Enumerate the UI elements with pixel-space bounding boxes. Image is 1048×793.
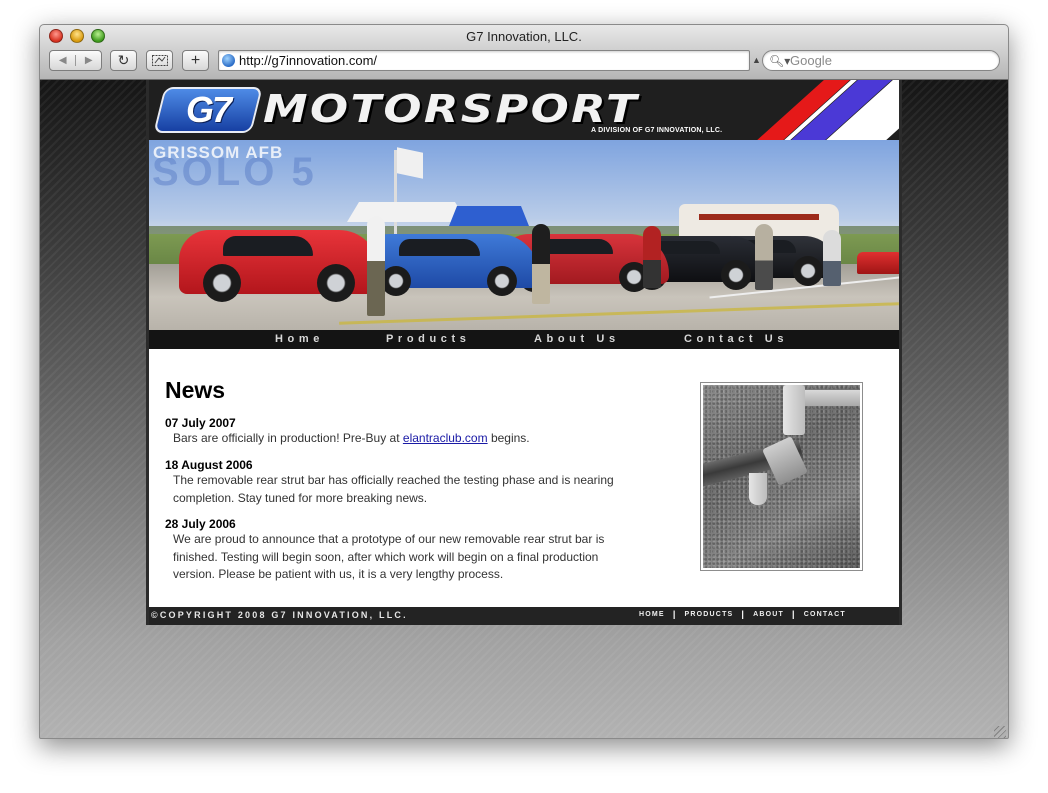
trailer [857, 252, 899, 274]
back-forward-buttons: ◀ ▶ [49, 50, 102, 71]
motorsport-wordmark: MOTORSPORT [263, 87, 639, 131]
news-text-part: Bars are officially in production! Pre-B… [173, 431, 403, 445]
reload-button[interactable]: ↻ [110, 50, 137, 71]
elantraclub-link[interactable]: elantraclub.com [403, 431, 488, 445]
car-wheel [203, 264, 241, 302]
strut-bar-image [703, 385, 860, 568]
flag [397, 147, 423, 179]
search-placeholder: Google [790, 53, 832, 68]
news-text-part: begins. [487, 431, 530, 445]
car-red-1 [179, 230, 379, 302]
car-window [398, 239, 480, 256]
footer-separator: | [741, 609, 746, 619]
white-tent [347, 202, 467, 222]
footer-link-home[interactable]: HOME [639, 611, 665, 619]
nav-about-us[interactable]: About Us [534, 333, 620, 345]
news-text: We are proud to announce that a prototyp… [173, 532, 605, 581]
racing-stripes [739, 80, 899, 140]
bracket-tab [749, 473, 767, 505]
footer-link-about[interactable]: ABOUT [753, 611, 784, 619]
nav-home[interactable]: Home [275, 333, 324, 345]
g7-logo[interactable]: G7 [153, 87, 263, 133]
footer-navigation: HOME | PRODUCTS | ABOUT | CONTACT [639, 609, 846, 619]
person [755, 224, 773, 290]
hero-photo: SOLO 5 GRISSOM AFB [146, 140, 902, 330]
car-wheel [317, 264, 355, 302]
site-header: G7 MOTORSPORT A DIVISION OF G7 INNOVATIO… [146, 80, 902, 140]
website: G7 MOTORSPORT A DIVISION OF G7 INNOVATIO… [146, 80, 902, 625]
site-footer: ©COPYRIGHT 2008 G7 INNOVATION, LLC. HOME… [146, 607, 902, 625]
strut-bar-photo [700, 382, 863, 571]
page-viewport: G7 MOTORSPORT A DIVISION OF G7 INNOVATIO… [40, 80, 1008, 738]
news-date: 28 July 2006 [165, 517, 236, 531]
footer-separator: | [792, 609, 796, 619]
bracket [783, 385, 805, 435]
blue-tent [449, 206, 529, 226]
car-blue [359, 234, 539, 296]
news-date: 07 July 2007 [165, 416, 236, 430]
resize-grip[interactable] [994, 726, 1006, 738]
car-wheel [721, 260, 751, 290]
footer-link-products[interactable]: PRODUCTS [685, 611, 734, 619]
copyright-text: ©COPYRIGHT 2008 G7 INNOVATION, LLC. [151, 610, 408, 620]
footer-separator: | [672, 609, 677, 619]
news-entry: 18 August 2006 The removable rear strut … [165, 458, 625, 507]
news-text: Bars are officially in production! Pre-B… [173, 430, 625, 448]
footer-link-contact[interactable]: CONTACT [804, 611, 846, 619]
add-bookmark-button[interactable]: + [182, 50, 209, 71]
window-title: G7 Innovation, LLC. [466, 29, 582, 44]
nav-products[interactable]: Products [386, 333, 470, 345]
news-text: The removable rear strut bar has officia… [173, 473, 614, 505]
bracket-bar [799, 390, 860, 406]
url-text: http://g7innovation.com/ [239, 53, 378, 68]
main-content: News 07 July 2007 Bars are officially in… [146, 349, 902, 607]
logo-text: G7 [185, 89, 231, 130]
nav-contact-us[interactable]: Contact Us [684, 333, 788, 345]
car-window [223, 236, 313, 256]
address-bar[interactable]: http://g7innovation.com/ [218, 50, 750, 71]
forward-button[interactable]: ▶ [75, 55, 101, 66]
address-dropdown-icon[interactable]: ▲ [752, 55, 761, 65]
webclip-icon [151, 55, 168, 66]
person [643, 226, 661, 288]
news-entry: 28 July 2006 We are proud to announce th… [165, 517, 625, 584]
main-navigation: Home Products About Us Contact Us [146, 330, 902, 349]
news-heading: News [165, 377, 226, 403]
person [367, 216, 385, 316]
news-date: 18 August 2006 [165, 458, 253, 472]
title-bar: G7 Innovation, LLC. ◀ ▶ ↻ + http://g7inn… [40, 25, 1008, 80]
back-button[interactable]: ◀ [50, 55, 75, 66]
webclip-button[interactable] [146, 50, 173, 71]
car-wheel [380, 266, 411, 296]
clamp [762, 436, 808, 486]
browser-window: G7 Innovation, LLC. ◀ ▶ ↻ + http://g7inn… [39, 24, 1009, 739]
division-tagline: A DIVISION OF G7 INNOVATION, LLC. [591, 127, 723, 134]
search-icon: 🔍︎▾ [769, 54, 791, 68]
person [532, 224, 550, 304]
search-field[interactable]: 🔍︎▾ Google [762, 50, 1000, 71]
news-entry: 07 July 2007 Bars are officially in prod… [165, 416, 625, 448]
globe-icon [222, 54, 235, 67]
event-title: GRISSOM AFB [153, 143, 284, 162]
person [823, 230, 841, 286]
